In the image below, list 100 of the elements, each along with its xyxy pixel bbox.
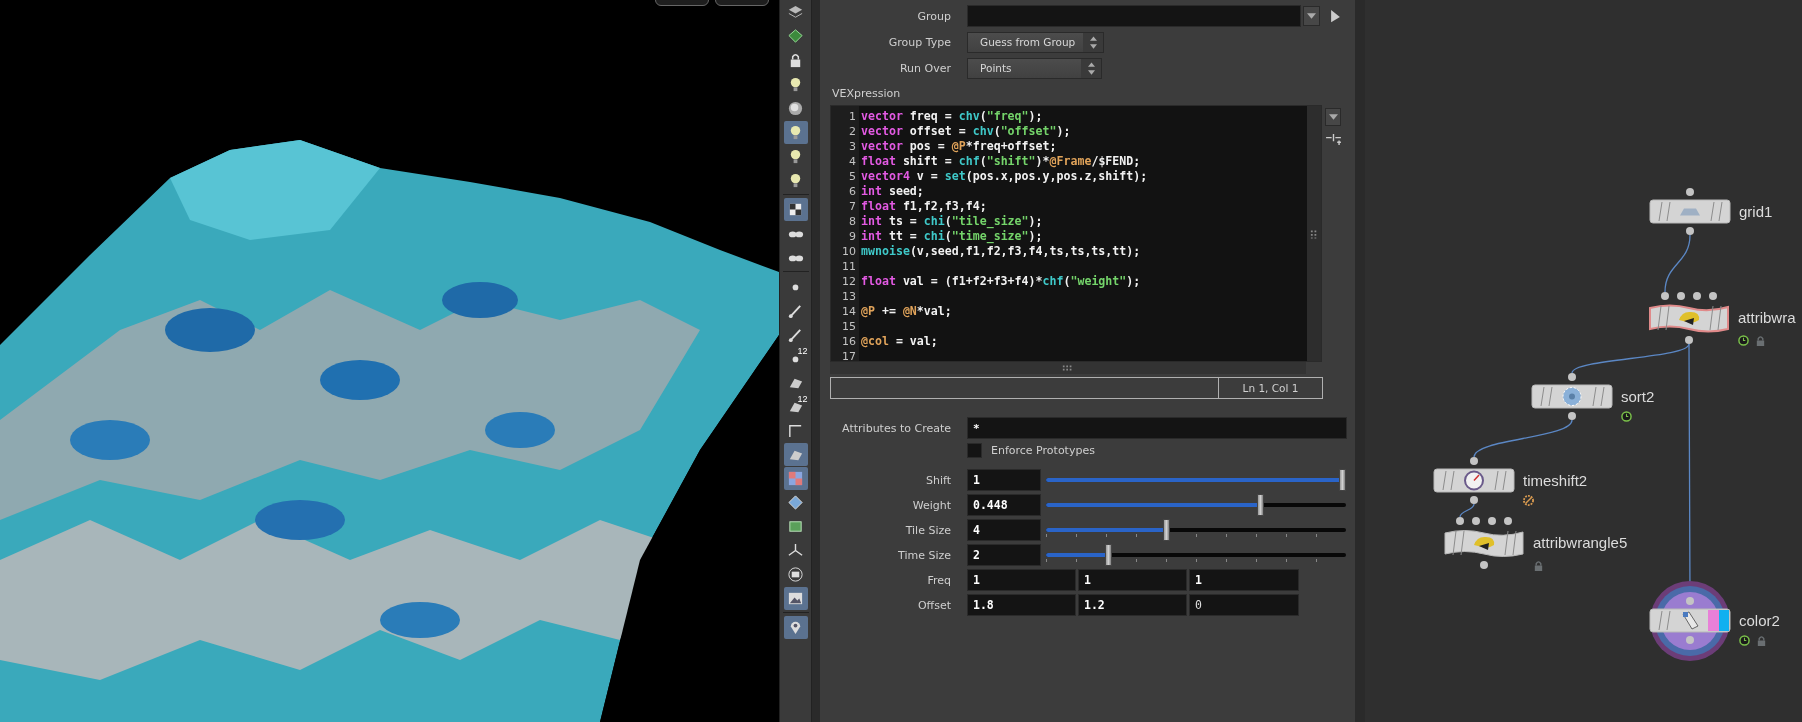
slider-track[interactable]: [1046, 469, 1346, 491]
gear-icon[interactable]: [1523, 495, 1534, 506]
clock-icon[interactable]: [1621, 411, 1632, 422]
image-icon: [787, 590, 804, 607]
tool-button[interactable]: 12: [783, 347, 808, 370]
tool-button[interactable]: [783, 198, 808, 221]
number-field[interactable]: 1: [967, 469, 1041, 491]
slider-track[interactable]: [1046, 544, 1346, 566]
slider-plus-icon[interactable]: [1325, 133, 1341, 146]
code-editor[interactable]: [830, 105, 1322, 362]
field-label: Attributes to Create: [841, 421, 952, 435]
dropdown-button[interactable]: [1325, 108, 1341, 126]
code-line: @P += @N*val;: [861, 304, 952, 318]
caret-icon: [1328, 114, 1338, 120]
code-line: float shift = chf("shift")*@Frame/$FEND;: [861, 154, 1141, 168]
hat-icon: [1474, 536, 1495, 550]
lock-icon[interactable]: [1755, 335, 1766, 346]
field-label: Group Type: [887, 35, 952, 49]
input-port[interactable]: [1470, 457, 1478, 465]
number-field[interactable]: 1: [967, 569, 1076, 591]
output-port[interactable]: [1568, 412, 1576, 420]
pointer-arrow-icon[interactable]: [1330, 9, 1341, 23]
lock-icon[interactable]: [1533, 560, 1544, 571]
line-number: 2: [848, 124, 857, 139]
field-label: Group: [916, 9, 952, 23]
tool-button[interactable]: [783, 616, 808, 639]
node-tile[interactable]: [1649, 608, 1731, 633]
tool-button[interactable]: [783, 467, 808, 490]
diamond-icon: [787, 494, 804, 511]
node-tile[interactable]: [1531, 384, 1613, 409]
slider-thumb[interactable]: [1256, 494, 1264, 516]
number-field[interactable]: 1.2: [1078, 594, 1187, 616]
field-label: Freq: [926, 573, 952, 587]
number-field[interactable]: 0.448: [967, 494, 1041, 516]
dropdown-menu[interactable]: Guess from Group: [967, 31, 1104, 53]
code-line: float val = (f1+f2+f3+f4)*chf("weight");: [861, 274, 1141, 288]
node-label: timeshift2: [1523, 470, 1588, 491]
code-line: mwnoise(v,seed,f1,f2,f3,f4,ts,ts,ts,tt);: [861, 244, 1141, 258]
node-label: color2: [1739, 610, 1780, 631]
field-label: Weight: [911, 498, 952, 512]
color-swatch: [1708, 610, 1729, 631]
code-line: vector pos = @P*freq+offset;: [861, 139, 1057, 153]
field-label: Run Over: [898, 61, 952, 75]
gauge-icon: [1464, 470, 1484, 491]
field-label: Tile Size: [904, 523, 952, 537]
slider-thumb[interactable]: [1339, 469, 1346, 491]
number-field[interactable]: 1: [1189, 569, 1299, 591]
pin-stick-icon: [787, 326, 804, 343]
code-line: int seed;: [861, 184, 924, 198]
tool-button[interactable]: [783, 587, 808, 610]
slider-track[interactable]: [1046, 494, 1346, 516]
line-number: 15: [841, 319, 857, 334]
tool-button[interactable]: [783, 121, 808, 144]
number-field[interactable]: 2: [967, 544, 1041, 566]
node-tile[interactable]: [1649, 199, 1731, 224]
number-field[interactable]: 1: [1078, 569, 1187, 591]
hat-icon: [1679, 311, 1700, 325]
number-field[interactable]: 0: [1189, 594, 1299, 616]
output-port[interactable]: [1685, 336, 1693, 344]
slider-track[interactable]: [1046, 519, 1346, 541]
caret-icon: [1307, 13, 1316, 19]
slider-thumb[interactable]: [1163, 519, 1171, 541]
number-field[interactable]: 1.8: [967, 594, 1076, 616]
input-port[interactable]: [1686, 188, 1694, 196]
corner-icon: [787, 422, 804, 439]
number-field[interactable]: 4: [967, 519, 1041, 541]
line-number: 13: [841, 289, 857, 304]
slider-thumb[interactable]: [1104, 544, 1112, 566]
wire: [1459, 503, 1475, 518]
lock-icon[interactable]: [1756, 635, 1767, 646]
checker-icon: [787, 470, 804, 487]
axes-icon: [787, 542, 804, 559]
section-label: VEXpression: [832, 88, 902, 100]
grip-icon[interactable]: [1062, 364, 1074, 372]
clock-icon[interactable]: [1739, 635, 1750, 646]
input-field[interactable]: [967, 5, 1301, 27]
node-tile[interactable]: [1443, 528, 1525, 558]
clock-icon[interactable]: [1738, 335, 1749, 346]
input-port[interactable]: [1568, 373, 1576, 381]
output-port[interactable]: [1470, 496, 1478, 504]
tool-button[interactable]: [783, 443, 808, 466]
dropdown-menu[interactable]: Points: [967, 57, 1102, 79]
code-line: @col = val;: [861, 334, 938, 348]
output-port[interactable]: [1480, 561, 1488, 569]
line-number: 10: [841, 244, 857, 259]
code-line: vector offset = chv("offset");: [861, 124, 1071, 138]
pin-stick-icon: [787, 302, 804, 319]
checkbox[interactable]: [967, 442, 982, 458]
node-tile[interactable]: [1433, 468, 1515, 493]
tool-button[interactable]: 12: [783, 395, 808, 418]
input-port[interactable]: [1686, 597, 1694, 605]
scrollbar[interactable]: [1307, 106, 1321, 361]
plate-icon: [1680, 208, 1700, 216]
line-number: 9: [848, 229, 857, 244]
code-line: int tt = chi("time_size");: [861, 229, 1043, 243]
input-field[interactable]: *: [967, 417, 1347, 439]
output-port[interactable]: [1686, 227, 1694, 235]
dropdown-button[interactable]: [1303, 6, 1320, 26]
node-tile[interactable]: [1648, 303, 1730, 333]
line-number: 17: [841, 349, 857, 364]
